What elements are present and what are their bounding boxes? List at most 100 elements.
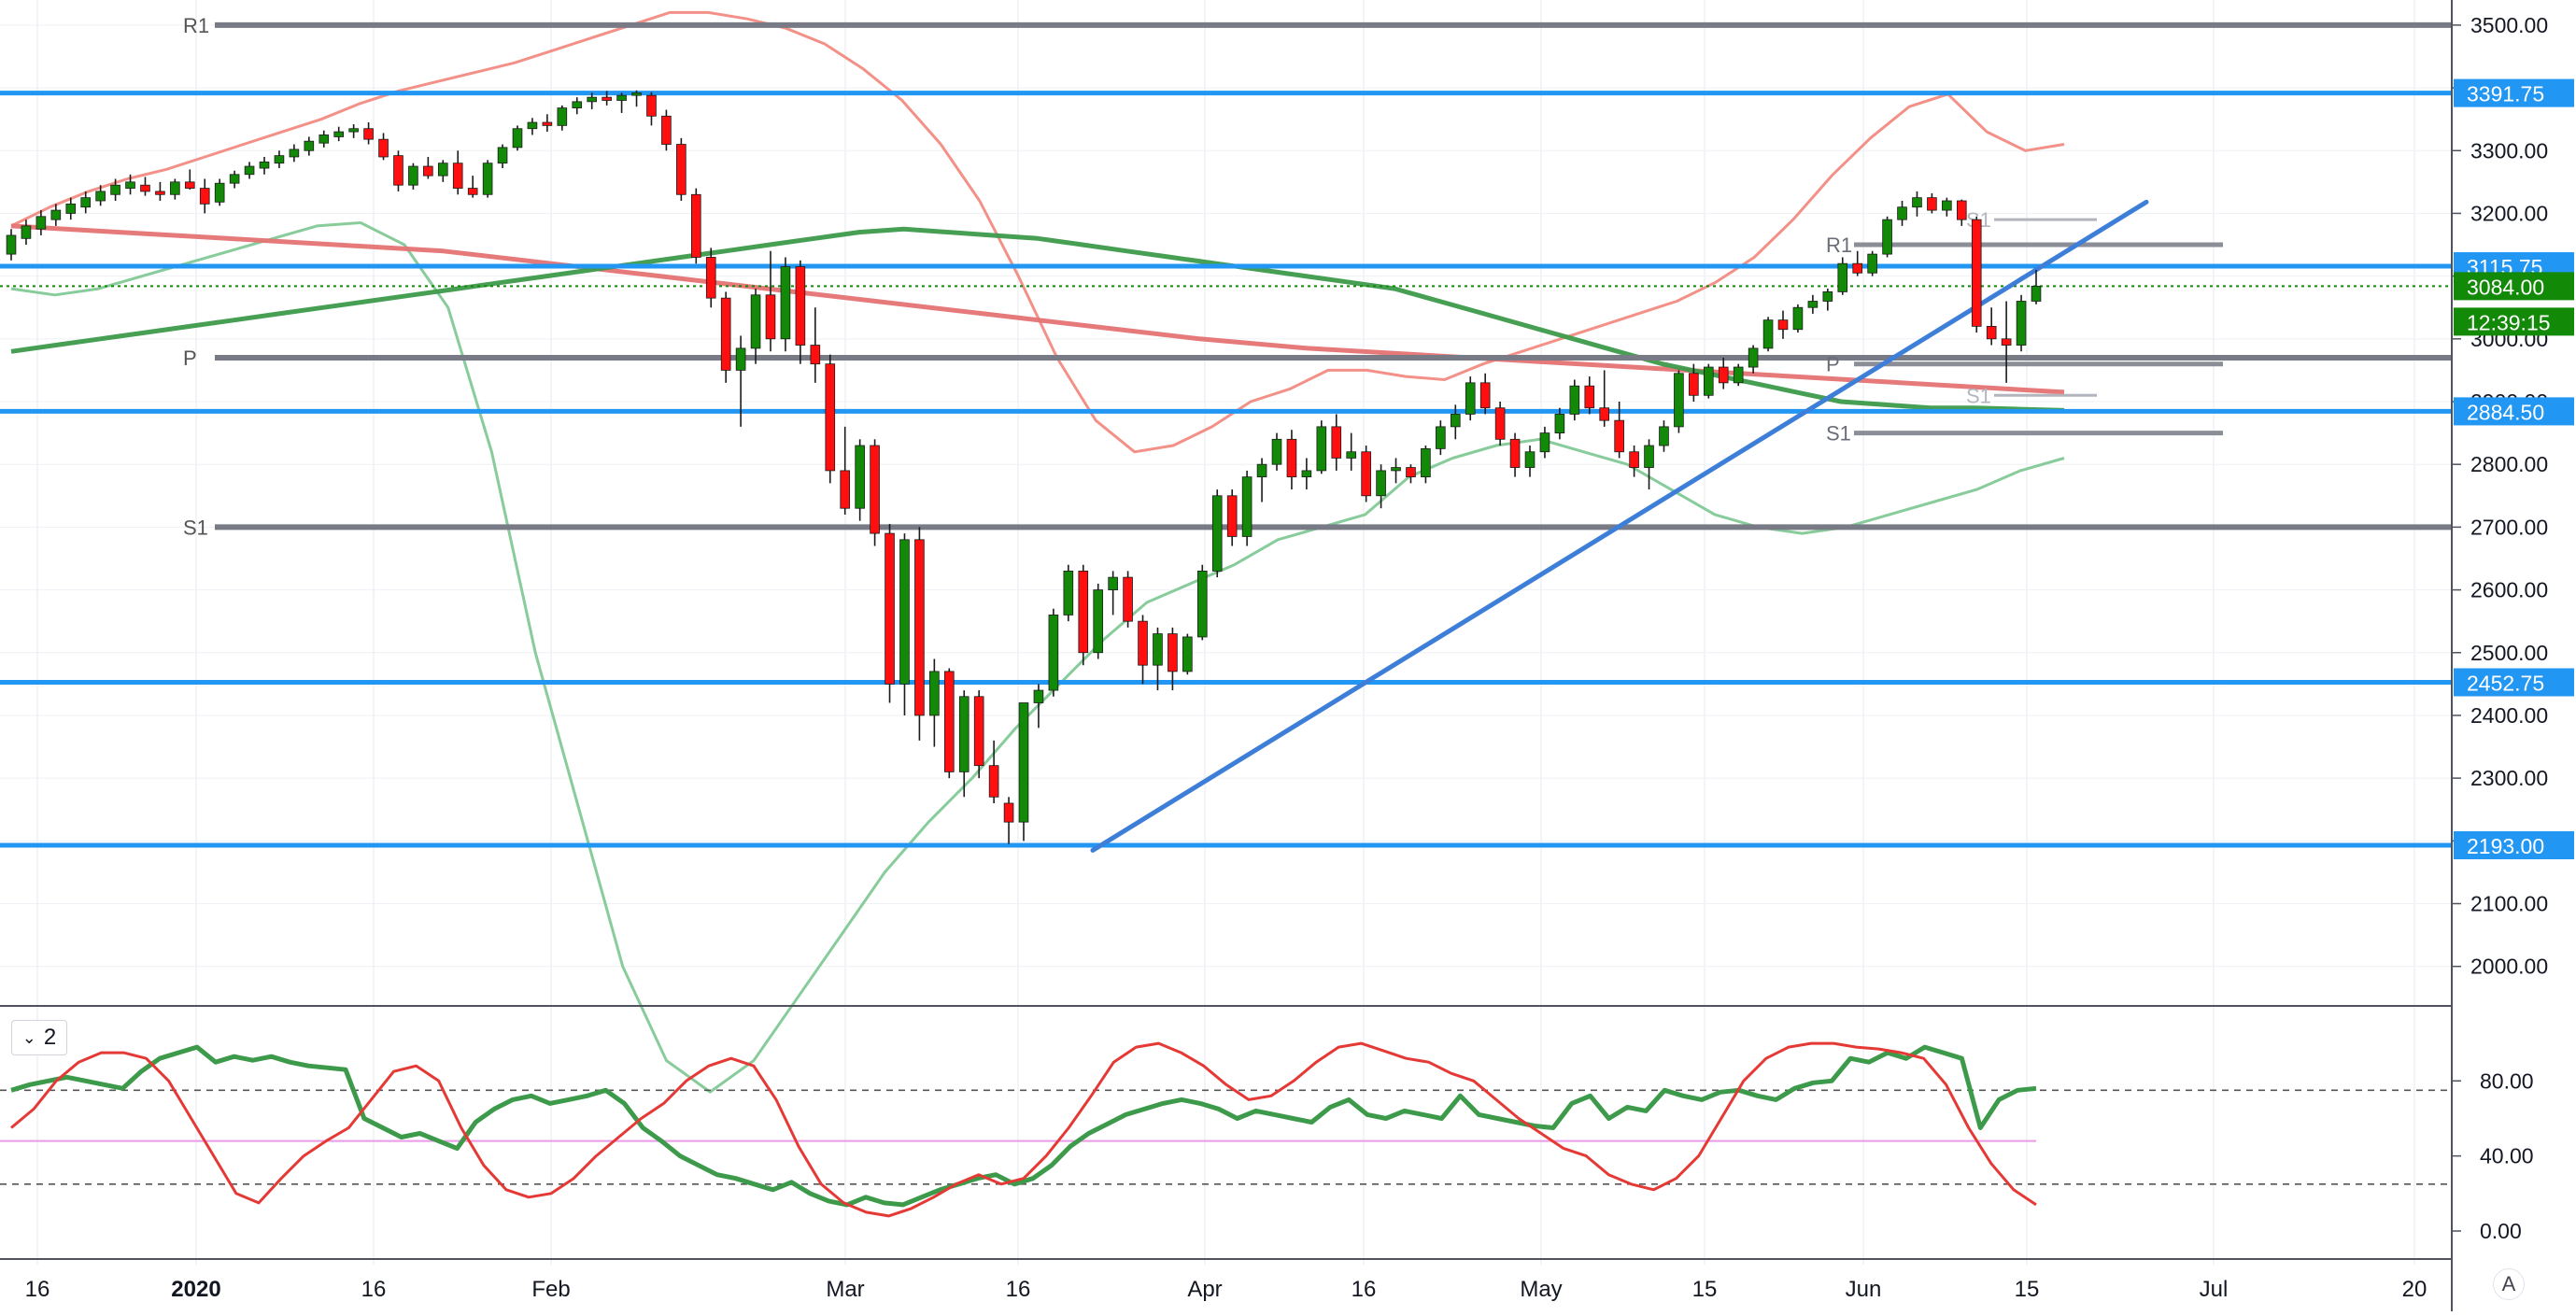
candle-body [1733,366,1744,384]
candle-body [616,94,627,101]
candle-body [244,165,255,176]
candle-body [1748,347,1759,368]
candle-body [690,193,701,258]
osc-tick-label: 80.00 [2480,1068,2534,1093]
candle-body [1852,262,1863,274]
candle-body [1927,197,1937,211]
time-tick-label: May [1520,1277,1562,1302]
candle-body [378,138,389,158]
candle-body [1912,197,1922,208]
oscillator-pane [0,1005,2576,1218]
candle-body [676,144,686,195]
time-tick-label: 15 [2015,1277,2040,1302]
time-tick-label: Jun [1846,1277,1882,1302]
oscillator-series [10,1041,2037,1218]
candle-body [1629,451,1639,468]
candle-body [2016,301,2027,346]
candle-body [1256,463,1267,478]
candle-body [542,121,553,126]
candle-body [572,101,583,108]
candle-body [1494,407,1506,440]
candle-body [229,174,240,184]
candle-body [214,182,225,203]
candle-body [1807,301,1819,308]
candle-body [1882,219,1892,255]
price-tick-label: 2100.00 [2470,892,2548,916]
candle-body [1584,385,1595,409]
bands [10,10,2065,1094]
time-tick-label: 20 [2402,1277,2427,1302]
short-pivot-label: S1 [1826,422,1851,446]
pivot-label: R1 [183,14,209,37]
countdown-text: 12:39:15 [2467,310,2551,334]
candle-body [199,188,210,205]
candle-body [467,188,478,195]
candle-body [1539,432,1550,453]
candle-body [1331,426,1342,459]
candle-body [95,191,106,202]
candle-body [1406,467,1416,478]
chart-stage[interactable]: R1PS1R1PS1S1S1 3500.003400.003300.003200… [0,0,2576,1311]
candle-body [631,92,642,96]
candle-body [184,181,195,189]
candle-body [1942,200,1952,211]
level-price-label-text: 2452.75 [2467,671,2544,695]
candle-body [988,765,999,798]
candle-body [348,128,359,133]
candle-body [1093,589,1104,654]
pivot-label: P [183,347,197,370]
candle-body [1361,451,1371,497]
candle-body [705,257,716,299]
candle-body [1450,414,1461,428]
auto-scale-button[interactable]: A [2493,1268,2525,1300]
candle-body [1689,373,1699,396]
candle-body [1196,571,1208,638]
candle-body [870,445,880,534]
candle-body [1003,802,1014,823]
candle-body [1226,495,1238,537]
candle-body [661,115,672,145]
candle-body [1867,253,1877,274]
candle-body [810,345,821,365]
candle-body [1376,470,1386,497]
candle-body [1301,470,1312,478]
candle-body [304,140,315,151]
oscillator-series [10,1044,2037,1208]
pivot-label: S1 [183,516,208,539]
pane-toggle-button[interactable]: ⌄ 2 [11,1020,67,1055]
short-pivot-label: P [1826,353,1840,376]
candle-body [1123,576,1133,622]
price-tick-label: 3500.00 [2470,13,2548,37]
candle-body [2031,285,2042,302]
candle-body [1033,689,1044,703]
chevron-down-icon: ⌄ [21,1027,36,1047]
candle-body [1168,633,1178,672]
candle-body [393,155,403,186]
chart-canvas[interactable]: R1PS1R1PS1S1S1 3500.003400.003300.003200… [0,0,2576,1311]
time-tick-label: 16 [1006,1277,1031,1302]
time-tick-label: Feb [531,1277,570,1302]
candle-body [333,131,345,137]
candle-body [899,539,910,685]
candle-body [1316,426,1327,472]
candle-body [1822,291,1833,302]
time-tick-label: 2020 [171,1277,220,1302]
candle-body [1509,438,1521,468]
candle-body [1554,414,1565,433]
candle-body [259,161,270,169]
candle-body [825,363,836,472]
pane-toggle-label: 2 [43,1025,57,1050]
candle-body [750,294,761,349]
candle-body [1956,200,1967,220]
candle-body [2001,338,2012,346]
candle-body [1837,262,1848,292]
time-tick-label: 16 [1352,1277,1377,1302]
candle-body [170,181,180,195]
time-tick-label: 16 [25,1277,50,1302]
candle-body [1078,571,1089,654]
candle-body [958,696,970,772]
candle-body [1614,419,1624,453]
candle-body [6,234,17,255]
candle-body [1986,325,1997,340]
candle-body [110,184,120,195]
